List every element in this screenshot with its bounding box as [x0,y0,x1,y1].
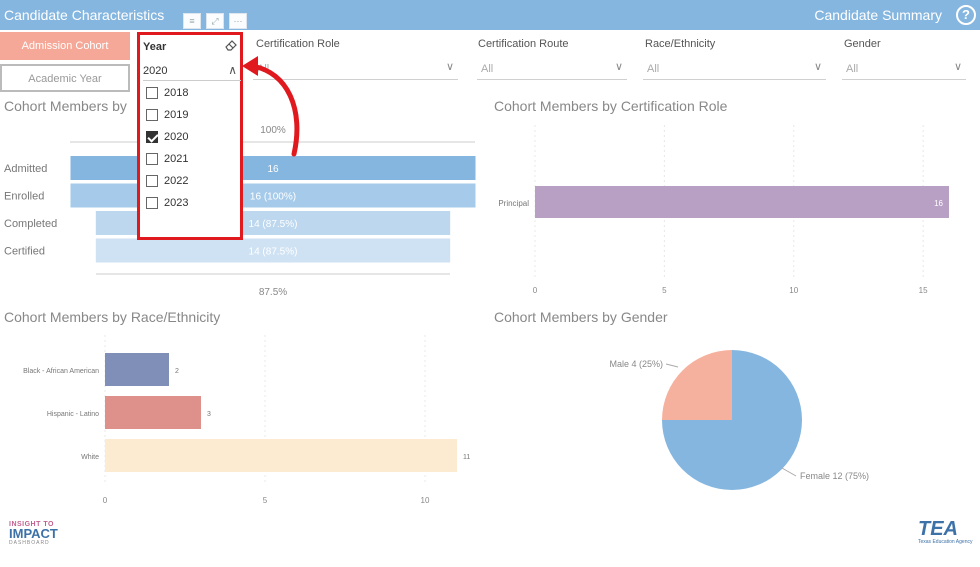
funnel-data-label: 16 [267,164,279,175]
checkbox[interactable] [146,197,158,210]
year-option-2019[interactable]: 2019 [146,109,188,125]
year-option-2018[interactable]: 2018 [146,87,188,103]
admission-cohort-button[interactable]: Admission Cohort [0,32,130,60]
year-option-label: 2019 [164,109,189,121]
pie-label-male: Male 4 (25%) [609,359,663,369]
x-tick-label: 5 [662,286,667,295]
cert-role-panel-title: Cohort Members by Certification Role [494,98,728,114]
year-dropdown[interactable]: Year 2020 ∧ 2018 2019 2020 2021 2022 2023 [137,32,243,240]
cert-role-bar-chart: 0 5 10 15 Principal 16 [498,125,949,295]
funnel-category-label: Completed [4,218,57,230]
bar [105,396,201,429]
funnel-category-label: Enrolled [4,191,44,203]
race-ethnicity-label: Race/Ethnicity [645,38,716,50]
year-option-label: 2018 [164,87,189,99]
data-label: 2 [175,368,179,375]
annotation-arrow [242,56,300,157]
category-label: Black - African American [23,368,99,375]
eraser-icon[interactable] [224,38,238,52]
insight-to-impact-logo: INSIGHT TO IMPACT DASHBOARD [9,521,58,546]
chevron-down-icon: ∨ [953,61,962,73]
year-label: Year [143,41,167,53]
pie-label-female: Female 12 (75%) [800,471,869,481]
data-label: 3 [207,411,211,418]
checkbox[interactable] [146,131,158,144]
race-ethnicity-select[interactable]: All ∨ [643,58,826,80]
chevron-up-icon: ∧ [228,63,237,77]
checkbox[interactable] [146,175,158,188]
checkbox[interactable] [146,153,158,166]
help-icon[interactable]: ? [956,5,976,25]
year-option-2021[interactable]: 2021 [146,153,188,169]
year-option-2022[interactable]: 2022 [146,175,188,191]
year-option-label: 2020 [164,131,189,143]
certification-role-label: Certification Role [256,38,340,50]
checkbox[interactable] [146,109,158,122]
funnel-data-label: 14 (87.5%) [249,247,298,258]
certification-route-label: Certification Route [478,38,569,50]
x-tick-label: 0 [103,496,108,505]
header-bar: Candidate Characteristics Candidate Summ… [0,0,980,30]
filter-icon[interactable]: ≡ [183,13,201,29]
certification-route-select[interactable]: All ∨ [477,58,627,80]
pie-slice [662,350,732,420]
year-option-label: 2023 [164,197,189,209]
x-tick-label: 0 [533,286,538,295]
funnel-bottom-percent: 87.5% [259,287,287,298]
race-bar-chart: 0 5 10 Black - African American 2 Hispanic - … [23,335,470,505]
focus-mode-icon[interactable]: ⤢ [206,13,224,29]
year-select[interactable]: 2020 ∧ [143,61,241,81]
x-tick-label: 10 [789,286,798,295]
academic-year-button[interactable]: Academic Year [0,64,130,92]
tea-logo: TEA Texas Education Agency [918,518,973,545]
chevron-down-icon: ∨ [813,61,822,73]
gender-label: Gender [844,38,881,50]
year-option-label: 2022 [164,175,189,187]
year-option-2023[interactable]: 2023 [146,197,188,213]
gender-select[interactable]: All ∨ [842,58,966,80]
leader-line [665,363,679,368]
race-panel-title: Cohort Members by Race/Ethnicity [4,309,221,325]
funnel-category-label: Certified [4,246,45,258]
funnel-category-label: Admitted [4,163,47,175]
data-label: 16 [934,199,943,208]
bar [105,353,169,386]
x-tick-label: 15 [919,286,928,295]
bar [535,186,949,218]
category-label: Hispanic - Latino [47,411,99,418]
more-options-icon[interactable]: ⋯ [229,13,247,29]
cohort-panel-title: Cohort Members by [4,98,127,114]
chevron-down-icon: ∨ [445,61,454,73]
gender-pie-chart: Female 12 (75%) Male 4 (25%) [609,350,869,490]
x-tick-label: 10 [421,496,430,505]
x-tick-label: 5 [263,496,268,505]
page-title: Candidate Characteristics [4,7,165,23]
funnel-data-label: 14 (87.5%) [249,219,298,230]
year-option-2020[interactable]: 2020 [146,131,188,147]
year-option-label: 2021 [164,153,189,165]
gender-panel-title: Cohort Members by Gender [494,309,668,325]
category-label: White [81,454,99,461]
leader-line [781,467,797,477]
bar [105,439,457,472]
chevron-down-icon: ∨ [614,61,623,73]
checkbox[interactable] [146,87,158,100]
category-label: Principal [498,199,529,208]
data-label: 11 [463,454,470,461]
candidate-summary-link[interactable]: Candidate Summary [814,7,942,23]
funnel-data-label: 16 (100%) [250,192,296,203]
